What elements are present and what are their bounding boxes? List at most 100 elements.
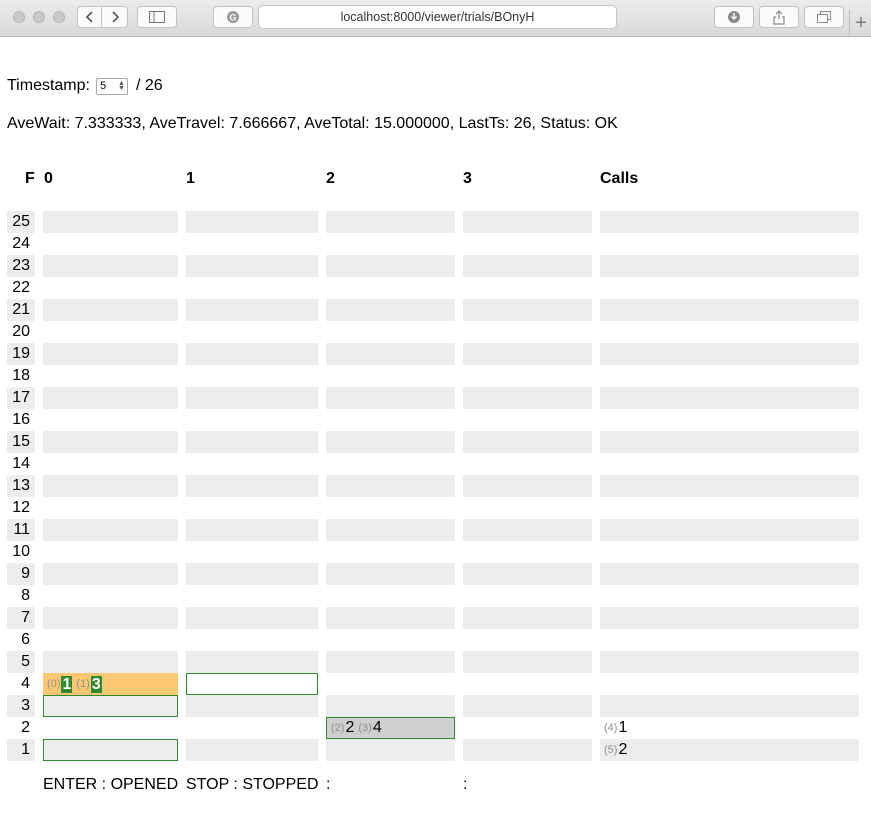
floor-label-16: 16 — [12, 411, 30, 428]
floor-label-14: 14 — [12, 455, 30, 472]
downloads-button[interactable] — [714, 6, 754, 28]
svg-text:G: G — [229, 13, 236, 23]
legend-slot-3: : — [463, 776, 468, 793]
calls-cell — [600, 475, 859, 497]
back-icon — [85, 11, 93, 23]
target-floor-marker — [43, 739, 178, 761]
close-window-button[interactable] — [13, 11, 25, 23]
shaft-cell — [186, 475, 318, 497]
new-tab-icon: + — [855, 12, 867, 34]
shaft-cell — [326, 211, 455, 233]
elevator-0-header: 0 — [44, 170, 53, 187]
floor-label-13: 13 — [7, 475, 35, 497]
shaft-cell — [186, 299, 318, 321]
call-index: (5) — [604, 744, 618, 756]
elevator-1-header: 1 — [186, 170, 195, 187]
call-destination: 1 — [618, 719, 628, 736]
floor-label-19: 19 — [7, 343, 35, 365]
elevator-3-header: 3 — [463, 170, 472, 187]
floor-label-22: 22 — [12, 279, 30, 296]
floor-label-3: 3 — [7, 695, 35, 717]
shaft-cell — [186, 739, 318, 761]
new-tab-button[interactable]: + — [849, 10, 871, 36]
shaft-cell — [186, 211, 318, 233]
floor-label-5: 5 — [7, 651, 35, 673]
target-floor-marker — [43, 695, 178, 717]
sidebar-icon — [149, 11, 165, 23]
floor-column-header: F — [25, 170, 35, 187]
passenger-destination: 2 — [345, 719, 355, 736]
passenger-index: (2) — [331, 722, 345, 734]
minimize-window-button[interactable] — [33, 11, 45, 23]
calls-cell — [600, 607, 859, 629]
timestamp-row: Timestamp: 5 ▲ ▼ / 26 — [7, 77, 163, 95]
shaft-cell — [326, 607, 455, 629]
elevator-1-car[interactable] — [186, 673, 318, 695]
calls-cell — [600, 651, 859, 673]
floor-label-15: 15 — [7, 431, 35, 453]
shaft-cell — [463, 431, 592, 453]
calls-header: Calls — [600, 170, 639, 187]
passenger-index: (0) — [47, 678, 61, 690]
legend-slot-2: : — [326, 776, 331, 793]
hall-call: (4) 1 — [600, 717, 859, 739]
floor-label-11: 11 — [7, 519, 35, 541]
floor-label-12: 12 — [12, 499, 30, 516]
shaft-cell — [326, 431, 455, 453]
shaft-cell — [43, 387, 178, 409]
passenger-destination: 1 — [61, 675, 73, 693]
share-icon — [773, 9, 785, 25]
floor-label-10: 10 — [12, 543, 30, 560]
shaft-cell — [43, 343, 178, 365]
address-bar[interactable]: localhost:8000/viewer/trials/BOnyH — [258, 5, 617, 29]
sidebar-button[interactable] — [137, 6, 177, 28]
floor-label-23: 23 — [7, 255, 35, 277]
shaft-cell — [43, 519, 178, 541]
stepper-arrows-icon[interactable]: ▲ ▼ — [118, 80, 125, 92]
passenger-index: (3) — [358, 722, 372, 734]
shaft-cell — [326, 563, 455, 585]
calls-cell — [600, 431, 859, 453]
tab-overview-button[interactable] — [804, 6, 844, 28]
shaft-cell — [463, 475, 592, 497]
floor-label-8: 8 — [21, 587, 30, 604]
call-index: (4) — [604, 722, 618, 734]
share-button[interactable] — [759, 6, 799, 28]
calls-cell — [600, 343, 859, 365]
elevator-0-car[interactable]: (0) 1 (1) 3 — [43, 673, 178, 695]
floor-label-1: 1 — [7, 739, 35, 761]
shaft-cell — [186, 255, 318, 277]
shaft-cell — [326, 343, 455, 365]
floor-label-18: 18 — [12, 367, 30, 384]
shaft-cell — [463, 255, 592, 277]
forward-icon — [111, 11, 119, 23]
tabs-icon — [817, 11, 831, 23]
forward-button[interactable] — [101, 6, 128, 28]
floor-label-25: 25 — [7, 211, 35, 233]
shaft-cell — [186, 695, 318, 717]
browser-toolbar: G localhost:8000/viewer/trials/BOnyH + — [0, 0, 871, 37]
shaft-cell — [463, 343, 592, 365]
shaft-cell — [463, 211, 592, 233]
calls-cell — [600, 695, 859, 717]
passenger-destination: 3 — [90, 675, 102, 693]
shaft-cell — [326, 387, 455, 409]
call-destination: 2 — [618, 741, 628, 758]
zoom-window-button[interactable] — [53, 11, 65, 23]
timestamp-stepper[interactable]: 5 ▲ ▼ — [95, 77, 128, 95]
shaft-cell — [43, 563, 178, 585]
shaft-cell — [43, 255, 178, 277]
shaft-cell — [43, 431, 178, 453]
back-button[interactable] — [77, 6, 102, 28]
extension-button[interactable]: G — [213, 6, 253, 28]
shaft-cell — [463, 651, 592, 673]
url-text: localhost:8000/viewer/trials/BOnyH — [340, 10, 535, 24]
elevator-2-car[interactable]: (2) 2 (3) 4 — [326, 717, 455, 739]
calls-cell — [600, 563, 859, 585]
shaft-cell — [326, 739, 455, 761]
calls-cell — [600, 299, 859, 321]
passenger-destination: 4 — [372, 719, 382, 736]
shaft-cell — [186, 563, 318, 585]
passenger-index: (1) — [76, 678, 90, 690]
shaft-cell — [463, 607, 592, 629]
